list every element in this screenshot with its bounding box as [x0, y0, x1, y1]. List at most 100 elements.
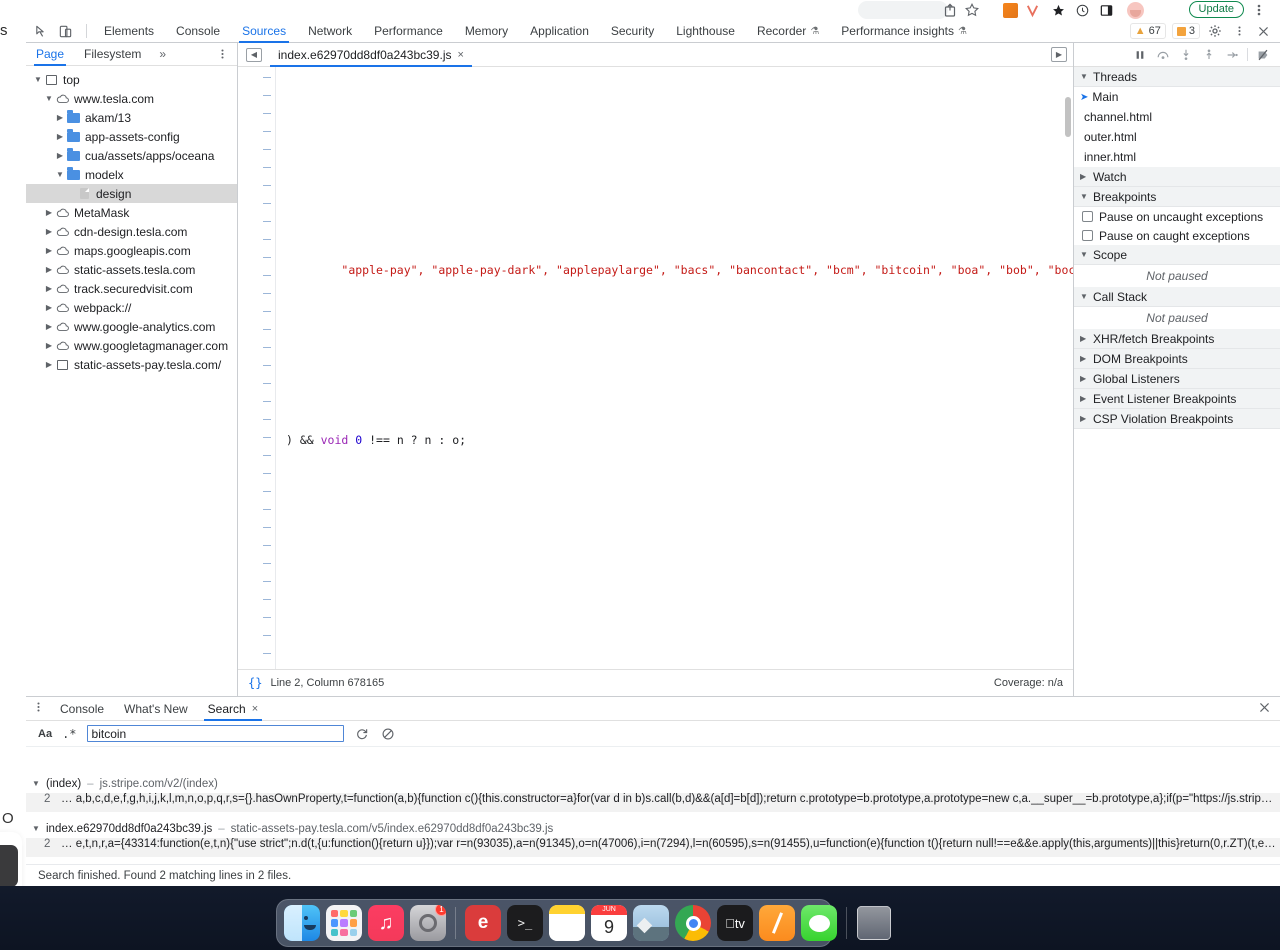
tab-elements[interactable]: Elements	[93, 20, 165, 43]
tab-performance-insights[interactable]: Performance insights ⚗	[830, 20, 978, 43]
refresh-icon[interactable]	[354, 726, 370, 742]
dock-item-trash[interactable]	[856, 905, 892, 941]
close-devtools-icon[interactable]	[1254, 22, 1272, 40]
tree-item-www-google-analytics-com[interactable]: ▶www.google-analytics.com	[26, 317, 237, 336]
show-debugger-icon[interactable]: ▶	[1051, 47, 1067, 62]
toggle-device-toolbar-icon[interactable]	[56, 22, 74, 40]
bookmark-star-icon[interactable]	[964, 2, 980, 18]
chevron-right-icon[interactable]: ▶	[43, 322, 55, 331]
dock-item-chrome[interactable]	[675, 905, 711, 941]
checkbox[interactable]	[1082, 230, 1093, 241]
clock-extension-icon[interactable]	[1075, 3, 1090, 18]
dock-item-music[interactable]: ♫	[368, 905, 404, 941]
search-input[interactable]	[87, 725, 344, 742]
tab-memory[interactable]: Memory	[454, 20, 519, 43]
tab-security[interactable]: Security	[600, 20, 665, 43]
tree-item-static-assets-pay-tesla-com-[interactable]: ▶static-assets-pay.tesla.com/	[26, 355, 237, 374]
tab-lighthouse[interactable]: Lighthouse	[665, 20, 746, 43]
chevron-right-icon[interactable]: ▶	[43, 227, 55, 236]
navigator-menu-icon[interactable]	[216, 47, 229, 64]
drawer-tab-search[interactable]: Search ×	[198, 697, 268, 721]
navigator-more-tabs-icon[interactable]: »	[151, 47, 174, 61]
chevron-right-icon[interactable]: ▶	[43, 341, 55, 350]
deactivate-breakpoints-icon[interactable]	[1255, 47, 1271, 63]
show-navigator-icon[interactable]: ◀	[246, 48, 262, 62]
pin-extensions-icon[interactable]	[1051, 3, 1066, 18]
section-call-stack[interactable]: ▼ Call Stack	[1074, 287, 1280, 307]
nav-tab-filesystem[interactable]: Filesystem	[74, 43, 151, 66]
close-icon[interactable]: ×	[252, 697, 258, 721]
tab-sources[interactable]: Sources	[231, 20, 297, 43]
thread-item-channel[interactable]: channel.html	[1074, 107, 1280, 127]
chevron-right-icon[interactable]: ▶	[43, 246, 55, 255]
close-icon[interactable]: ×	[457, 49, 463, 61]
warnings-badge[interactable]: ▲ 67	[1130, 23, 1166, 39]
inspect-element-icon[interactable]	[32, 22, 50, 40]
chrome-menu-icon[interactable]	[1252, 2, 1266, 18]
tree-item-webpack-[interactable]: ▶webpack://	[26, 298, 237, 317]
pretty-print-icon[interactable]: {}	[248, 676, 262, 690]
thread-item-main[interactable]: ➤ Main	[1074, 87, 1280, 107]
nav-tab-page[interactable]: Page	[26, 43, 74, 66]
gear-icon[interactable]	[1206, 22, 1224, 40]
match-case-toggle[interactable]: Aa	[38, 728, 52, 740]
chevron-right-icon[interactable]: ▶	[43, 360, 55, 369]
tree-item-metamask[interactable]: ▶MetaMask	[26, 203, 237, 222]
share-icon[interactable]	[942, 2, 958, 18]
editor-tab-file[interactable]: index.e62970dd8df0a243bc39.js ×	[270, 43, 472, 67]
chevron-right-icon[interactable]: ▶	[43, 303, 55, 312]
tree-item-www-googletagmanager-com[interactable]: ▶www.googletagmanager.com	[26, 336, 237, 355]
extension-icon[interactable]	[1025, 3, 1040, 18]
chevron-right-icon[interactable]: ▶	[43, 265, 55, 274]
profile-avatar[interactable]	[1127, 2, 1144, 19]
result-match-row[interactable]: 2 … e,t,n,r,a={43314:function(e,t,n){"us…	[26, 838, 1280, 857]
close-drawer-icon[interactable]	[1258, 701, 1271, 717]
tab-recorder[interactable]: Recorder ⚗	[746, 20, 830, 43]
drawer-tab-whats-new[interactable]: What's New	[114, 697, 198, 721]
result-file-header[interactable]: ▼ (index) – js.stripe.com/v2/(index)	[26, 774, 1280, 793]
dock-item-system-preferences[interactable]: 1	[410, 905, 446, 941]
section-xhr-breakpoints[interactable]: ▶ XHR/fetch Breakpoints	[1074, 329, 1280, 349]
code-editor[interactable]: "apple-pay", "apple-pay-dark", "applepay…	[238, 67, 1073, 669]
section-breakpoints[interactable]: ▼ Breakpoints	[1074, 187, 1280, 207]
chevron-down-icon[interactable]: ▼	[32, 75, 44, 84]
dock-item-express-vpn[interactable]: e	[465, 905, 501, 941]
tab-network[interactable]: Network	[297, 20, 363, 43]
section-global-listeners[interactable]: ▶ Global Listeners	[1074, 369, 1280, 389]
dock-item-apple-tv[interactable]: tv	[717, 905, 753, 941]
checkbox[interactable]	[1082, 211, 1093, 222]
chevron-right-icon[interactable]: ▶	[43, 284, 55, 293]
thread-item-outer[interactable]: outer.html	[1074, 127, 1280, 147]
editor-scrollbar[interactable]	[1065, 97, 1071, 137]
pause-caught-row[interactable]: Pause on caught exceptions	[1074, 226, 1280, 245]
dock-item-messages[interactable]	[801, 905, 837, 941]
tab-application[interactable]: Application	[519, 20, 600, 43]
tree-item-cua-assets-apps-oceana[interactable]: ▶cua/assets/apps/oceana	[26, 146, 237, 165]
section-scope[interactable]: ▼ Scope	[1074, 245, 1280, 265]
step-over-icon[interactable]	[1155, 47, 1171, 63]
chevron-right-icon[interactable]: ▶	[54, 132, 66, 141]
chevron-down-icon[interactable]: ▼	[54, 170, 66, 179]
section-event-listener-breakpoints[interactable]: ▶ Event Listener Breakpoints	[1074, 389, 1280, 409]
section-watch[interactable]: ▶ Watch	[1074, 167, 1280, 187]
tree-item-cdn-design-tesla-com[interactable]: ▶cdn-design.tesla.com	[26, 222, 237, 241]
sidepanel-icon[interactable]	[1099, 3, 1114, 18]
dock-item-pages[interactable]	[759, 905, 795, 941]
tree-item-modelx[interactable]: ▼modelx	[26, 165, 237, 184]
pause-script-icon[interactable]	[1132, 47, 1148, 63]
dock-item-terminal[interactable]: >_	[507, 905, 543, 941]
chevron-down-icon[interactable]: ▼	[43, 94, 55, 103]
regex-toggle[interactable]: .*	[62, 727, 76, 741]
dock-item-photos[interactable]	[633, 905, 669, 941]
tree-item-top[interactable]: ▼top	[26, 70, 237, 89]
clear-icon[interactable]	[380, 726, 396, 742]
chevron-right-icon[interactable]: ▶	[43, 208, 55, 217]
tree-item-design[interactable]: design	[26, 184, 237, 203]
tree-item-maps-googleapis-com[interactable]: ▶maps.googleapis.com	[26, 241, 237, 260]
section-threads[interactable]: ▼ Threads	[1074, 67, 1280, 87]
tree-item-app-assets-config[interactable]: ▶app-assets-config	[26, 127, 237, 146]
devtools-more-icon[interactable]	[1230, 22, 1248, 40]
step-into-icon[interactable]	[1178, 47, 1194, 63]
section-csp-violation-breakpoints[interactable]: ▶ CSP Violation Breakpoints	[1074, 409, 1280, 429]
chevron-right-icon[interactable]: ▶	[54, 151, 66, 160]
